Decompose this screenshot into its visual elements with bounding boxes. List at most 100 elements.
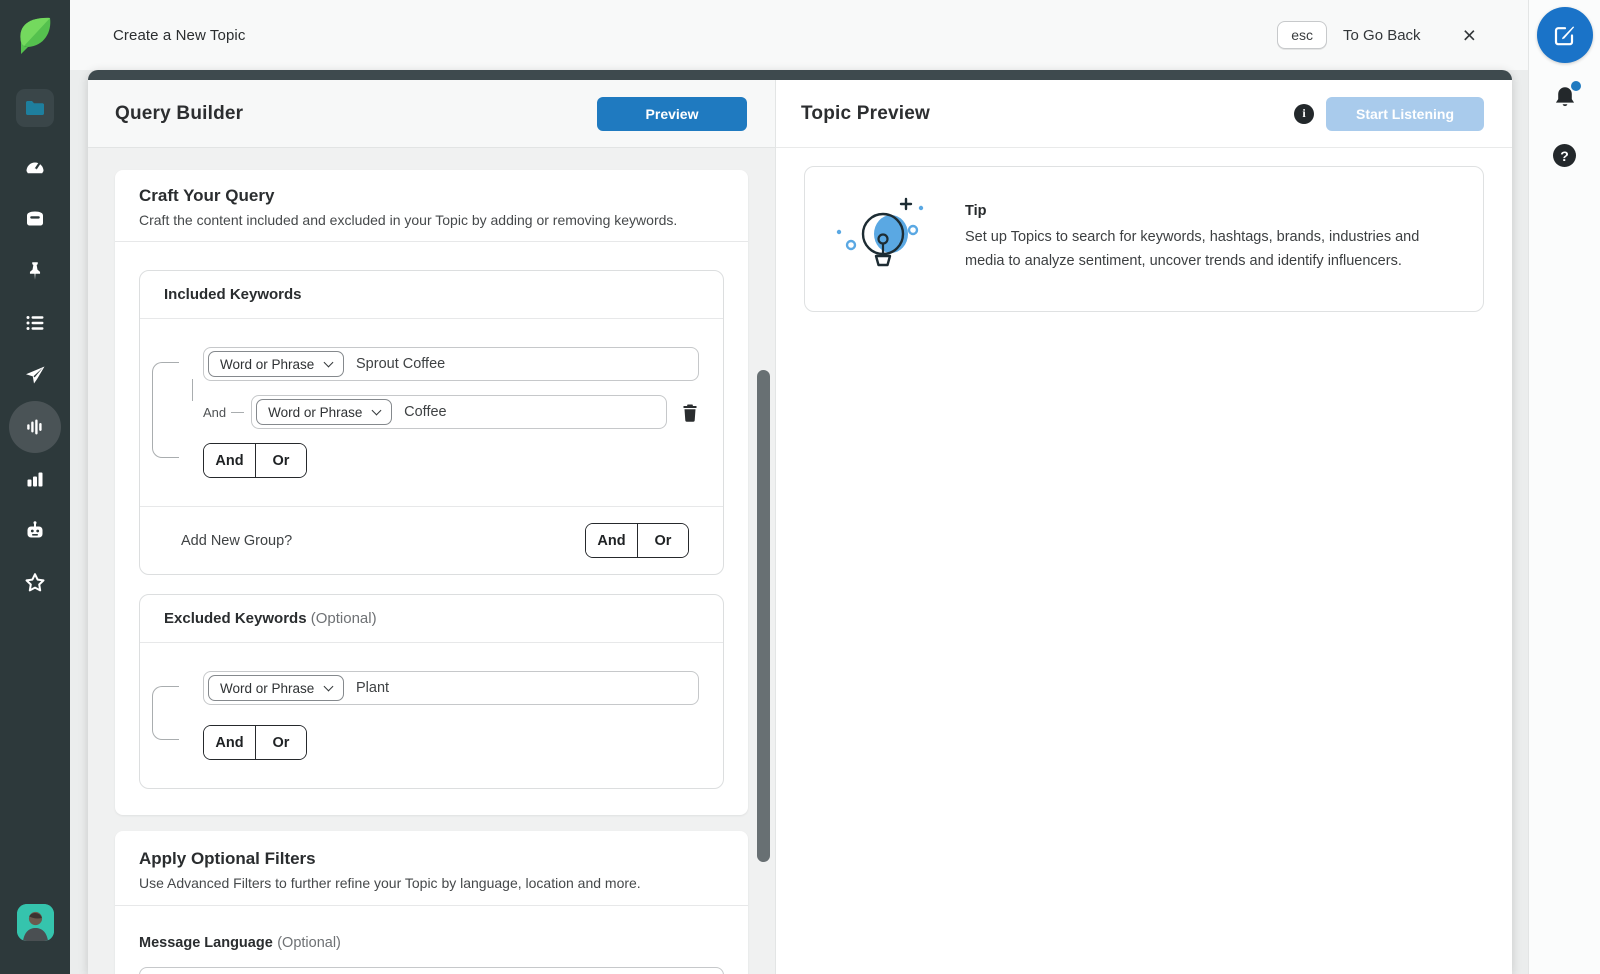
- or-button[interactable]: Or: [255, 444, 306, 477]
- excluded-keywords-header: Excluded Keywords (Optional): [140, 595, 723, 643]
- help-button[interactable]: ?: [1553, 144, 1576, 167]
- optional-filters-subtitle: Use Advanced Filters to further refine y…: [139, 875, 641, 891]
- message-language-label-row: Message Language (Optional): [139, 935, 341, 951]
- and-or-toggle: And Or: [203, 443, 307, 478]
- and-or-toggle: And Or: [203, 725, 307, 760]
- sidebar-nav: [9, 141, 61, 609]
- chevron-down-icon: [371, 405, 382, 415]
- preview-button[interactable]: Preview: [597, 96, 747, 131]
- sprout-logo: [13, 11, 57, 59]
- list-icon: [26, 316, 44, 330]
- modal-accent-bar: [88, 70, 1512, 80]
- sidebar-item-publishing[interactable]: [9, 349, 61, 401]
- sidebar-item-dashboard[interactable]: [9, 141, 61, 193]
- folder-icon: [26, 101, 44, 115]
- compose-icon: [1554, 26, 1574, 46]
- or-button[interactable]: Or: [255, 726, 306, 759]
- chevron-down-icon: [323, 357, 334, 367]
- topic-preview-title: Topic Preview: [801, 102, 930, 124]
- sidebar-item-automation[interactable]: [9, 505, 61, 557]
- keyword-type-dropdown[interactable]: Word or Phrase: [208, 351, 345, 377]
- question-mark-icon: ?: [1560, 147, 1569, 164]
- sidebar-item-tasks[interactable]: [9, 297, 61, 349]
- connector-dash: [231, 411, 245, 413]
- delete-keyword-button[interactable]: [681, 403, 699, 422]
- topic-preview-content: Tip Set up Topics to search for keywords…: [776, 148, 1512, 330]
- sidebar-item-reports[interactable]: [9, 453, 61, 505]
- close-icon[interactable]: ×: [1463, 23, 1476, 47]
- keyword-input[interactable]: Word or Phrase Sprout Coffee: [203, 347, 699, 381]
- message-language-label: Message Language: [139, 935, 273, 951]
- tip-title: Tip: [965, 203, 987, 220]
- trash-icon: [683, 404, 697, 422]
- keyword-row: And Word or Phrase Coffee: [203, 395, 699, 429]
- modal-top-bar: Create a New Topic esc To Go Back ×: [70, 0, 1528, 70]
- bar-chart-icon: [27, 472, 43, 487]
- group-operator-row: And Or: [203, 443, 699, 478]
- gauge-icon: [26, 162, 44, 174]
- add-new-group-label: Add New Group?: [181, 532, 293, 549]
- excluded-keywords-title: Excluded Keywords: [164, 610, 307, 627]
- keyword-value: Coffee: [404, 404, 447, 420]
- and-branch-connector: [192, 379, 193, 401]
- craft-query-subtitle: Craft the content included and excluded …: [139, 212, 678, 228]
- utility-rail: ?: [1528, 0, 1600, 974]
- listening-waveform-icon: [27, 419, 42, 435]
- query-builder-content: Craft Your Query Craft the content inclu…: [88, 148, 775, 974]
- keyword-type-label: Word or Phrase: [220, 356, 315, 372]
- topic-preview-panel: Topic Preview i Start Listening Tip Set …: [775, 80, 1512, 974]
- optional-filters-title: Apply Optional Filters: [139, 849, 316, 868]
- query-builder-title: Query Builder: [115, 102, 244, 124]
- and-button[interactable]: And: [586, 524, 637, 557]
- keyword-input[interactable]: Word or Phrase Plant: [203, 671, 699, 705]
- compose-button[interactable]: [1536, 7, 1593, 63]
- and-button[interactable]: And: [204, 444, 255, 477]
- sidebar-item-listening[interactable]: [9, 401, 61, 453]
- scrollbar-thumb[interactable]: [757, 370, 770, 862]
- query-builder-header: Query Builder Preview: [88, 80, 775, 148]
- optional-filters-card: Apply Optional Filters Use Advanced Filt…: [115, 831, 748, 974]
- start-listening-button[interactable]: Start Listening: [1326, 96, 1484, 131]
- esc-hint-label: To Go Back: [1343, 26, 1421, 44]
- keyword-value: Plant: [356, 680, 390, 696]
- keyword-type-label: Word or Phrase: [220, 680, 315, 696]
- and-button[interactable]: And: [204, 726, 255, 759]
- info-icon[interactable]: i: [1294, 103, 1314, 124]
- sidebar-item-pinned[interactable]: [9, 245, 61, 297]
- excluded-keywords-card: Excluded Keywords (Optional) Word or Phr…: [139, 594, 724, 789]
- excluded-keywords-body: Word or Phrase Plant And Or: [140, 643, 723, 788]
- paper-plane-icon: [26, 366, 45, 384]
- star-icon: [25, 573, 45, 592]
- group-operator-row: And Or: [203, 725, 699, 760]
- esc-key-badge: esc: [1277, 21, 1328, 49]
- notifications-button[interactable]: [1552, 81, 1581, 116]
- page-title: Create a New Topic: [113, 26, 246, 44]
- sidebar-item-smart-inbox[interactable]: [9, 193, 61, 245]
- keyword-type-label: Word or Phrase: [268, 404, 363, 420]
- sidebar-item-folders[interactable]: [16, 89, 54, 127]
- keyword-type-dropdown[interactable]: Word or Phrase: [208, 675, 345, 701]
- pin-icon: [29, 262, 41, 280]
- query-builder-panel: Query Builder Preview Craft Your Query C…: [88, 80, 775, 974]
- avatar-photo: [17, 904, 54, 941]
- keyword-input[interactable]: Word or Phrase Coffee: [251, 395, 667, 429]
- or-button[interactable]: Or: [637, 524, 688, 557]
- message-language-input[interactable]: [139, 967, 724, 974]
- keyword-type-dropdown[interactable]: Word or Phrase: [256, 399, 393, 425]
- lightbulb-icon: [836, 197, 924, 267]
- sidebar-item-favorites[interactable]: [9, 557, 61, 609]
- included-keywords-card: Included Keywords Word or Phrase Sprout …: [139, 270, 724, 575]
- inbox-icon: [27, 211, 43, 226]
- create-topic-modal: Query Builder Preview Craft Your Query C…: [88, 70, 1512, 974]
- user-avatar[interactable]: [17, 904, 54, 941]
- notification-dot-badge: [1570, 81, 1581, 91]
- craft-query-card: Craft Your Query Craft the content inclu…: [115, 170, 748, 815]
- group-bracket-connector: [152, 362, 179, 458]
- keyword-row: Word or Phrase Sprout Coffee: [203, 347, 699, 381]
- connector-label: And: [203, 404, 227, 420]
- keyword-row: Word or Phrase Plant: [203, 671, 699, 705]
- chevron-down-icon: [323, 681, 334, 691]
- group-bracket-connector: [152, 686, 179, 740]
- app-sidebar: [0, 0, 70, 974]
- lightbulb-illustration: [829, 192, 941, 284]
